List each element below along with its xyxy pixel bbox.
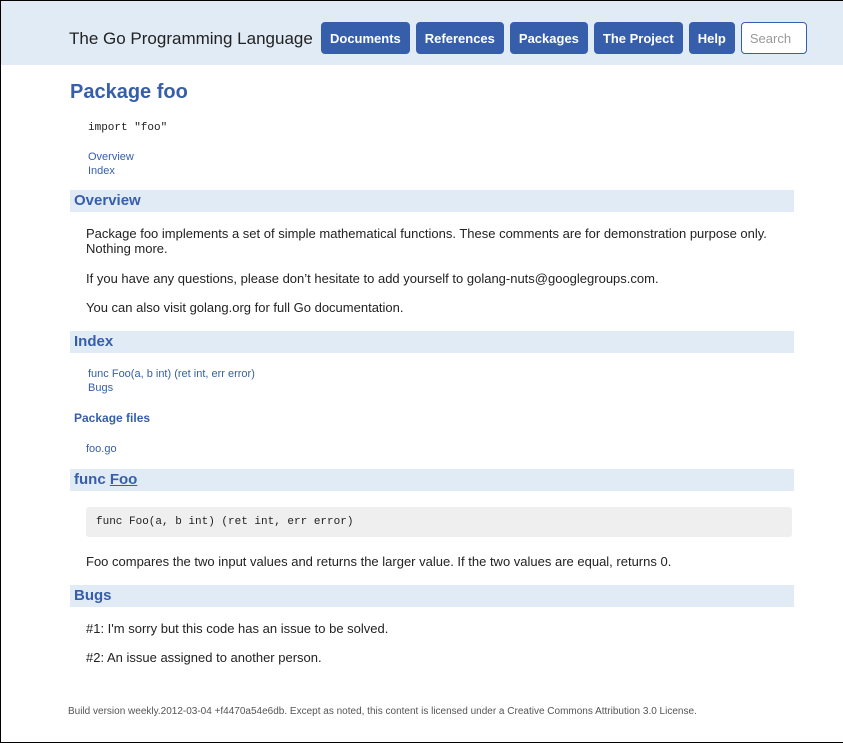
footer-text: Build version weekly.2012-03-04 +f4470a5… [68,706,697,717]
index-heading: Index [70,331,794,353]
toc-link-index[interactable]: Index [88,164,794,178]
overview-paragraph: You can also visit golang.org for full G… [86,300,404,315]
index-link-func-foo[interactable]: func Foo(a, b int) (ret int, err error) [88,367,794,381]
top-bar: The Go Programming Language Documents Re… [1,1,843,65]
nav-documents-button[interactable]: Documents [321,22,410,54]
func-foo-source-link[interactable]: Foo [110,471,138,488]
func-foo-description: Foo compares the two input values and re… [86,554,672,569]
file-link-foo-go[interactable]: foo.go [86,443,794,455]
overview-paragraph: If you have any questions, please don’t … [86,271,659,286]
package-files-heading: Package files [74,411,151,425]
page-title: Package foo [70,81,188,103]
overview-heading: Overview [70,190,794,212]
func-keyword: func [74,471,106,488]
nav-references-button[interactable]: References [415,22,504,54]
bugs-heading: Bugs [70,585,794,607]
package-files-list: foo.go [86,443,794,455]
search-input[interactable] [740,22,807,54]
nav-help-button[interactable]: Help [688,22,735,54]
index-list: func Foo(a, b int) (ret int, err error) … [88,367,794,395]
toc-link-overview[interactable]: Overview [88,150,794,164]
nav-the-project-button[interactable]: The Project [593,22,683,54]
func-foo-signature: func Foo(a, b int) (ret int, err error) [86,507,792,537]
table-of-contents: Overview Index [88,150,794,178]
bug-item: #1: I'm sorry but this code has an issue… [86,621,389,636]
overview-paragraph: Package foo implements a set of simple m… [86,226,767,256]
import-statement: import "foo" [88,122,168,134]
func-foo-heading: func Foo [70,469,794,491]
bug-item: #2: An issue assigned to another person. [86,650,322,665]
nav-packages-button[interactable]: Packages [509,22,588,54]
site-title-link[interactable]: The Go Programming Language [69,29,313,49]
index-link-bugs[interactable]: Bugs [88,381,794,395]
top-menu: Documents References Packages The Projec… [321,22,807,54]
page-content: Package foo import "foo" Overview Index … [70,65,794,665]
